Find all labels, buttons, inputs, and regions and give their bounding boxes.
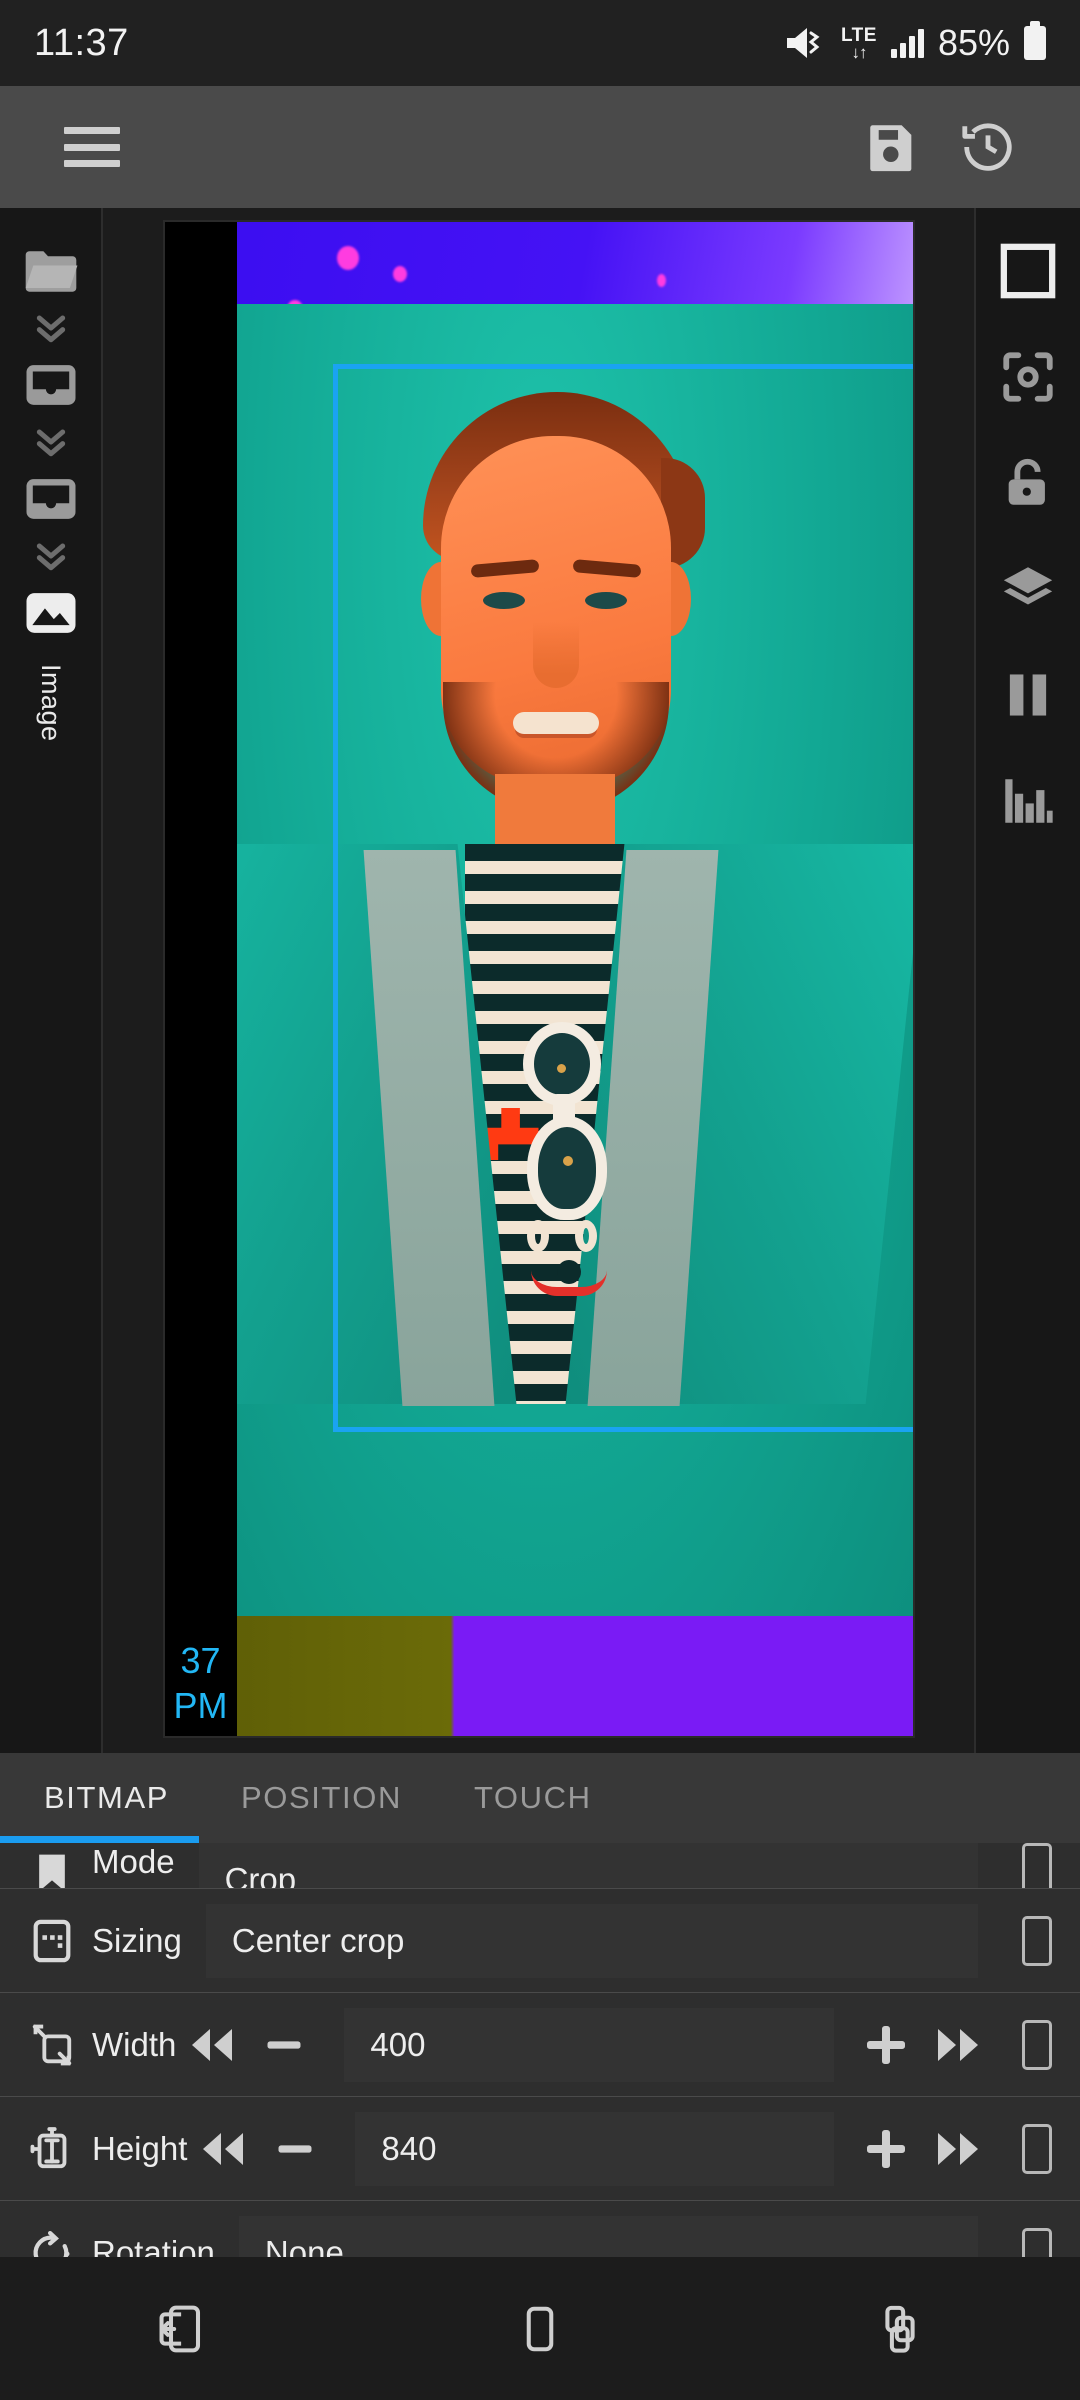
height-row[interactable]: Height 840 bbox=[0, 2097, 1080, 2201]
status-clock: 11:37 bbox=[34, 21, 129, 64]
height-stepper-right bbox=[850, 2112, 994, 2186]
sizing-icon bbox=[22, 1911, 82, 1971]
width-stepper bbox=[176, 2008, 320, 2082]
group-container-icon[interactable] bbox=[14, 462, 88, 536]
height-formula-toggle[interactable] bbox=[994, 2123, 1080, 2174]
plus-icon[interactable] bbox=[850, 2008, 922, 2082]
mode-row[interactable]: Mode Crop bbox=[0, 1843, 1080, 1889]
editor-area: Image 37 PM bbox=[0, 208, 1080, 1753]
sizing-value: Center crop bbox=[231, 1921, 405, 1959]
app-screen: 11:37 LTE ↓↑ 85% Image 37 PM BITMAP POSI… bbox=[0, 0, 1080, 2400]
wallpaper-preview[interactable]: 37 PM bbox=[162, 220, 915, 1738]
height-value-field[interactable]: 840 bbox=[355, 2111, 834, 2186]
pause-icon[interactable] bbox=[991, 658, 1065, 732]
battery-percent: 85% bbox=[937, 22, 1010, 63]
save-floppy-icon[interactable] bbox=[844, 99, 940, 195]
double-right-arrow-icon[interactable] bbox=[922, 2008, 994, 2082]
history-clock-icon[interactable] bbox=[940, 99, 1036, 195]
focus-target-icon[interactable] bbox=[991, 340, 1065, 414]
height-stepper bbox=[187, 2112, 331, 2186]
lte-icon: LTE ↓↑ bbox=[840, 24, 877, 62]
double-left-arrow-icon[interactable] bbox=[187, 2112, 259, 2186]
group-container-icon[interactable] bbox=[14, 348, 88, 422]
clock-widget-minutes: 37 bbox=[180, 1640, 221, 1681]
layer-rail-left: Image bbox=[0, 208, 103, 1753]
wallpaper-left-black-strip bbox=[164, 222, 237, 1736]
selected-layer-label: Image bbox=[36, 664, 66, 742]
chevron-double-down-icon bbox=[31, 424, 71, 460]
sizing-label: Sizing bbox=[92, 1921, 182, 1959]
width-stepper-right bbox=[850, 2008, 994, 2082]
mode-value-field[interactable]: Crop bbox=[198, 1843, 978, 1889]
hamburger-menu-icon[interactable] bbox=[44, 99, 140, 195]
android-nav-bar bbox=[0, 2257, 1080, 2400]
double-right-arrow-icon[interactable] bbox=[922, 2112, 994, 2186]
mode-label: Mode bbox=[92, 1843, 175, 1880]
image-layer-icon[interactable] bbox=[14, 576, 88, 650]
minus-icon[interactable] bbox=[259, 2112, 331, 2186]
clock-widget-overlay: 37 PM bbox=[165, 1638, 237, 1728]
width-row[interactable]: Width 400 bbox=[0, 1993, 1080, 2097]
sizing-value-field[interactable]: Center crop bbox=[205, 1903, 978, 1978]
back-icon[interactable] bbox=[120, 2279, 240, 2379]
mute-vibrate-icon bbox=[785, 26, 827, 60]
height-value: 840 bbox=[381, 2129, 437, 2167]
width-resize-icon bbox=[22, 2015, 82, 2075]
chevron-double-down-icon bbox=[31, 310, 71, 346]
chevron-double-down-icon bbox=[31, 538, 71, 574]
battery-icon bbox=[1024, 21, 1046, 60]
status-bar: 11:37 LTE ↓↑ 85% bbox=[0, 0, 1080, 86]
anchor-icon bbox=[22, 1843, 82, 1888]
equalizer-bars-icon[interactable] bbox=[991, 764, 1065, 838]
frame-square-icon[interactable] bbox=[991, 234, 1065, 308]
height-resize-icon bbox=[22, 2119, 82, 2179]
minus-icon[interactable] bbox=[248, 2008, 320, 2082]
app-toolbar bbox=[0, 86, 1080, 208]
status-icons: LTE ↓↑ 85% bbox=[785, 21, 1046, 64]
home-icon[interactable] bbox=[480, 2279, 600, 2379]
double-left-arrow-icon[interactable] bbox=[176, 2008, 248, 2082]
mode-value: Crop bbox=[224, 1861, 297, 1889]
signal-bars-icon bbox=[890, 28, 924, 58]
property-list: Mode Crop Sizing Center crop Width 400 H… bbox=[0, 1843, 1080, 2290]
width-label: Width bbox=[92, 2025, 177, 2063]
width-value: 400 bbox=[370, 2025, 426, 2063]
plus-icon[interactable] bbox=[850, 2112, 922, 2186]
tool-rail-right bbox=[974, 208, 1080, 1753]
mode-formula-toggle[interactable] bbox=[994, 1843, 1080, 1888]
width-formula-toggle[interactable] bbox=[994, 2019, 1080, 2070]
property-tabs: BITMAP POSITION TOUCH bbox=[0, 1753, 1080, 1843]
image-layer-content bbox=[164, 304, 913, 1624]
height-label: Height bbox=[92, 2129, 188, 2167]
width-value-field[interactable]: 400 bbox=[344, 2007, 834, 2082]
sizing-formula-toggle[interactable] bbox=[994, 1915, 1080, 1966]
recents-icon[interactable] bbox=[840, 2279, 960, 2379]
folder-icon[interactable] bbox=[14, 234, 88, 308]
layers-icon[interactable] bbox=[991, 552, 1065, 626]
tab-touch[interactable]: TOUCH bbox=[474, 1753, 592, 1843]
tab-bitmap[interactable]: BITMAP bbox=[0, 1753, 200, 1843]
sizing-row[interactable]: Sizing Center crop bbox=[0, 1889, 1080, 1993]
tab-position[interactable]: POSITION bbox=[241, 1753, 402, 1843]
clock-widget-meridiem: PM bbox=[173, 1685, 228, 1726]
wallpaper-bottom-band bbox=[164, 1616, 913, 1736]
wallpaper-canvas[interactable]: 37 PM bbox=[105, 208, 972, 1753]
unlock-padlock-icon[interactable] bbox=[991, 446, 1065, 520]
